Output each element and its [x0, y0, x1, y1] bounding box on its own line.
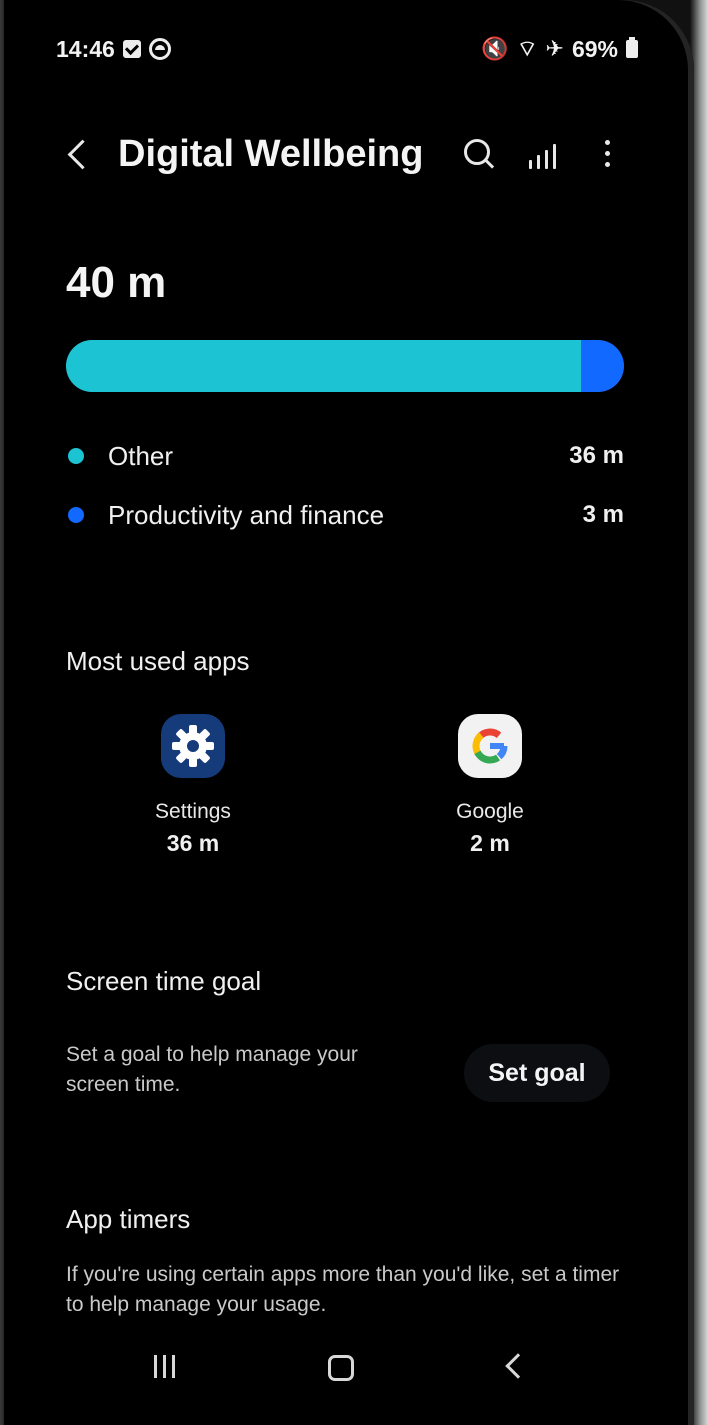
app-timers-description[interactable]: If you're using certain apps more than y… — [66, 1260, 626, 1320]
app-tile-google[interactable]: Google 2 m — [415, 714, 565, 857]
more-options-icon[interactable] — [584, 131, 630, 177]
battery-percentage: 69% — [571, 35, 618, 62]
most-used-apps-title: Most used apps — [66, 646, 250, 676]
back-icon[interactable] — [488, 1342, 548, 1392]
status-right: 🔇 ⌔ ✈ 69% — [481, 36, 638, 63]
usage-bar — [66, 340, 624, 392]
wifi-icon: ⌔ — [516, 36, 538, 61]
legend-label: Other — [108, 440, 174, 471]
usage-bar-segment — [66, 340, 582, 392]
settings-gear-icon — [161, 714, 225, 778]
home-icon[interactable] — [311, 1342, 371, 1392]
usage-legend: Other 36 m Productivity and finance 3 m — [66, 432, 624, 550]
page-title: Digital Wellbeing — [118, 132, 424, 175]
stats-icon[interactable] — [520, 131, 566, 177]
google-g-icon — [458, 714, 522, 778]
app-name: Settings — [155, 800, 231, 823]
set-goal-button[interactable]: Set goal — [464, 1044, 610, 1102]
most-used-apps-list: Settings 36 m Google 2 m — [4, 714, 694, 874]
legend-dot-icon — [68, 507, 84, 523]
legend-label: Productivity and finance — [108, 499, 385, 530]
legend-row-productivity[interactable]: Productivity and finance 3 m — [66, 491, 624, 539]
legend-value: 3 m — [582, 501, 624, 528]
app-time: 36 m — [166, 830, 220, 856]
usage-bar-segment — [581, 340, 624, 392]
app-tile-settings[interactable]: Settings 36 m — [118, 714, 268, 857]
mute-icon: 🔇 — [481, 36, 509, 61]
total-screen-time: 40 m — [66, 258, 167, 307]
screen-time-goal-description: Set a goal to help manage your screen ti… — [66, 1043, 358, 1096]
app-bar: Digital Wellbeing — [60, 124, 630, 184]
search-icon[interactable] — [456, 131, 502, 177]
screen-time-goal-title: Screen time goal — [66, 966, 262, 996]
app-timers-title[interactable]: App timers — [66, 1204, 190, 1235]
checkbox-notification-icon — [122, 40, 141, 58]
status-bar: 14:46 🔇 ⌔ ✈ 69% — [56, 34, 638, 64]
back-arrow-icon[interactable] — [60, 129, 96, 179]
recent-apps-icon[interactable] — [136, 1342, 196, 1392]
status-time: 14:46 — [56, 35, 115, 62]
legend-row-other[interactable]: Other 36 m — [66, 432, 624, 480]
battery-icon — [626, 37, 638, 58]
legend-dot-icon — [68, 448, 84, 464]
app-name: Google — [456, 800, 524, 823]
phone-screen: 14:46 🔇 ⌔ ✈ 69% Digital Wellbeing 40 m O… — [4, 0, 694, 1425]
status-left: 14:46 — [56, 36, 171, 63]
circle-notification-icon — [148, 38, 171, 60]
app-time: 2 m — [470, 830, 510, 856]
navigation-bar — [4, 1332, 694, 1402]
airplane-mode-icon: ✈ — [545, 36, 564, 61]
legend-value: 36 m — [569, 442, 624, 469]
